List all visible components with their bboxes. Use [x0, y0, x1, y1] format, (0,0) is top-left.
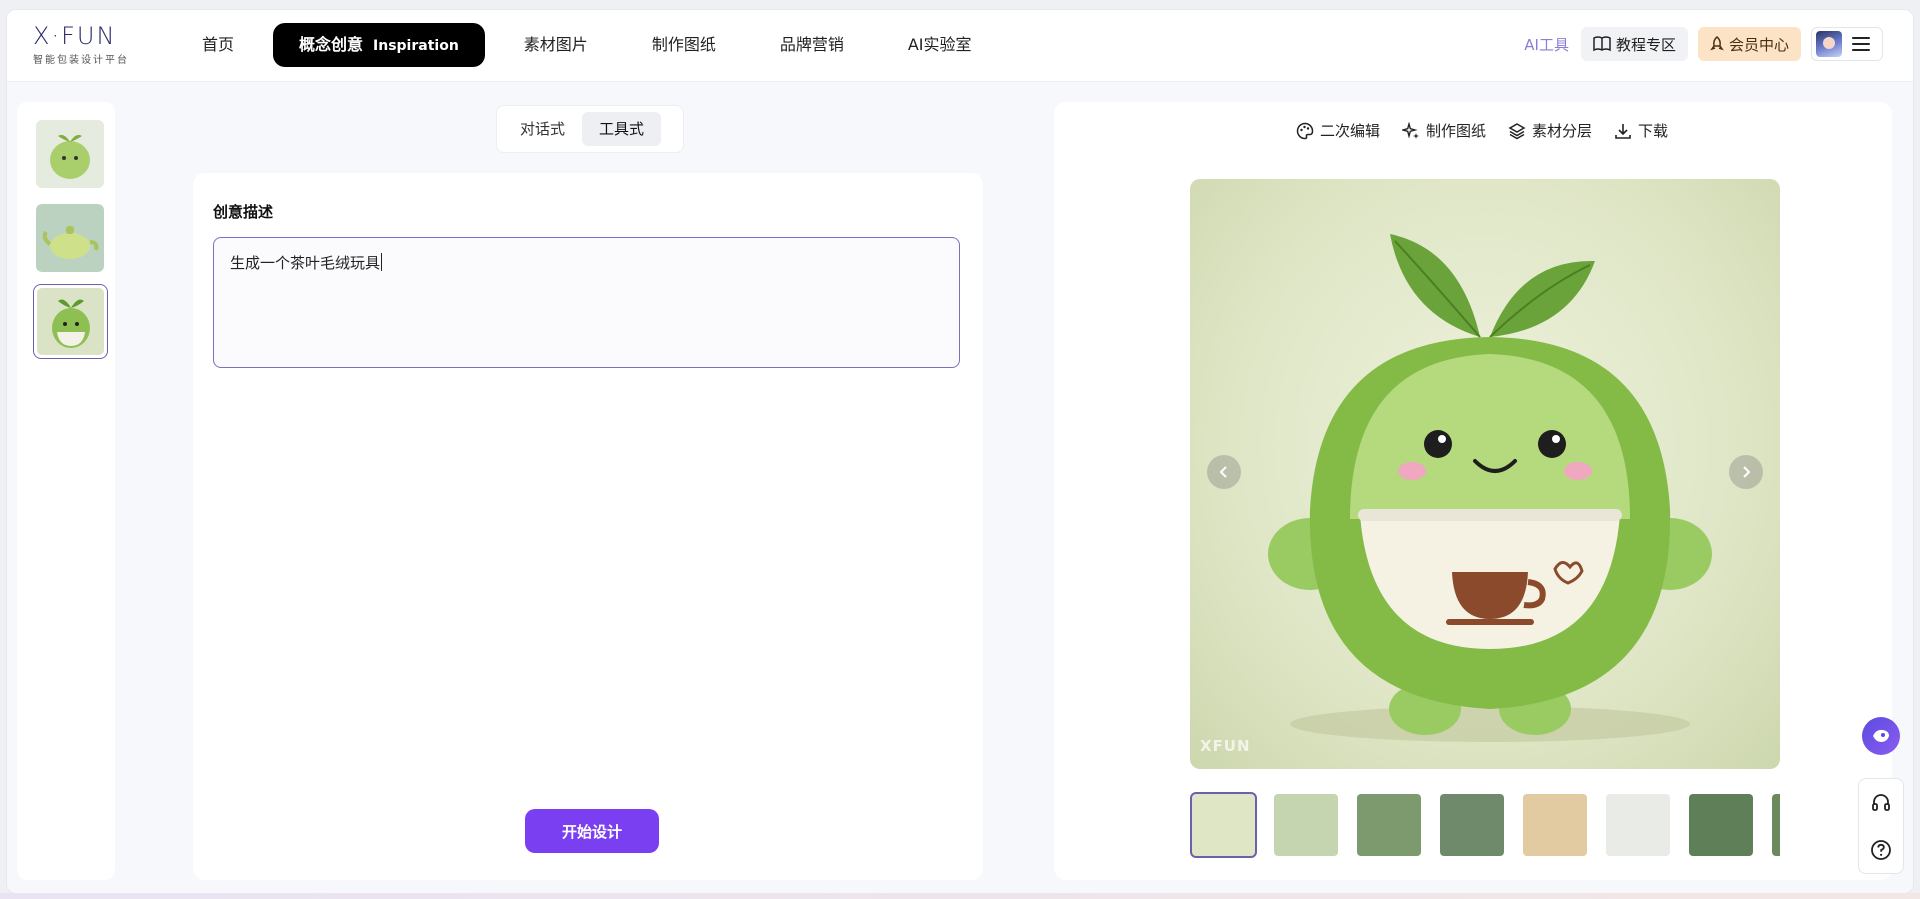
prev-image-button[interactable]	[1207, 455, 1241, 489]
book-icon	[1593, 36, 1611, 52]
help-widget	[1858, 778, 1904, 874]
chevron-right-icon	[1743, 466, 1751, 478]
logo-mark: X·FUN	[33, 22, 117, 50]
tea-plush-illustration	[1268, 234, 1712, 742]
main-nav: 首页 概念创意 Inspiration 素材图片 制作图纸 品牌营销 AI实验室	[177, 23, 1011, 67]
variant-thumb-5[interactable]	[1523, 794, 1587, 856]
nav-marketing[interactable]: 品牌营销	[755, 23, 869, 67]
variant-thumb-3[interactable]	[1357, 794, 1421, 856]
vip-label: 会员中心	[1728, 35, 1789, 54]
nav-inspiration-en: Inspiration	[373, 38, 459, 54]
nav-home-label: 首页	[202, 35, 235, 54]
tab-chat-mode[interactable]: 对话式	[503, 112, 582, 146]
sparkle-icon	[1402, 121, 1420, 139]
make-drawing-button[interactable]: 制作图纸	[1402, 120, 1486, 141]
right-leaf	[1490, 260, 1595, 337]
make-drawing-label: 制作图纸	[1426, 122, 1487, 140]
vip-center-button[interactable]: 会员中心	[1697, 27, 1801, 61]
layer-split-button[interactable]: 素材分层	[1508, 120, 1592, 141]
next-image-button[interactable]	[1729, 455, 1763, 489]
rocket-icon	[1710, 36, 1724, 51]
top-header: X·FUN 智能包装设计平台 首页 概念创意 Inspiration 素材图片 制…	[7, 10, 1913, 82]
history-thumb-2[interactable]	[36, 204, 104, 272]
app-window: X·FUN 智能包装设计平台 首页 概念创意 Inspiration 素材图片 制…	[6, 9, 1914, 894]
variant-thumb-8[interactable]	[1772, 794, 1780, 856]
hamburger-menu-icon[interactable]	[1852, 37, 1870, 51]
palette-icon	[1296, 122, 1314, 139]
preview-toolbar: 二次编辑 制作图纸 素材分层 下载	[1296, 120, 1690, 141]
ai-tools-link[interactable]: AI工具	[1524, 34, 1569, 55]
edit-again-label: 二次编辑	[1320, 122, 1381, 140]
creative-input-panel: 创意描述 生成一个茶叶毛绒玩具 开始设计	[193, 173, 983, 880]
headset-icon[interactable]	[1870, 792, 1892, 814]
nav-inspiration[interactable]: 概念创意 Inspiration	[273, 23, 485, 67]
edit-again-button[interactable]: 二次编辑	[1296, 120, 1380, 141]
avatar[interactable]	[1816, 31, 1842, 57]
history-thumb-1[interactable]	[36, 120, 104, 188]
header-actions: AI工具 教程专区 会员中心	[1524, 27, 1883, 61]
logo-tagline: 智能包装设计平台	[33, 55, 129, 66]
tab-tool-mode[interactable]: 工具式	[582, 112, 662, 146]
nav-inspiration-label: 概念创意	[299, 35, 364, 54]
nav-marketing-label: 品牌营销	[779, 35, 844, 54]
variant-thumb-2[interactable]	[1274, 794, 1338, 856]
variant-thumb-7[interactable]	[1689, 794, 1753, 856]
ai-assistant-button[interactable]	[1862, 717, 1900, 755]
creative-description-input[interactable]: 生成一个茶叶毛绒玩具	[213, 237, 960, 368]
bottom-decoration	[0, 893, 1920, 899]
brand-logo[interactable]: X·FUN 智能包装设计平台	[33, 24, 129, 66]
download-icon	[1615, 123, 1631, 139]
nav-ai-lab-label: AI实验室	[907, 35, 972, 54]
layers-icon	[1508, 122, 1526, 139]
plush-apron-thumbnail	[37, 288, 104, 355]
layer-split-label: 素材分层	[1532, 122, 1593, 140]
nav-home[interactable]: 首页	[177, 23, 259, 67]
download-label: 下载	[1638, 122, 1669, 140]
variant-thumb-1[interactable]	[1190, 792, 1257, 858]
variant-thumb-6[interactable]	[1606, 794, 1670, 856]
creative-description-value: 生成一个茶叶毛绒玩具	[230, 254, 381, 272]
tutorial-button[interactable]: 教程专区	[1580, 27, 1688, 61]
nav-assets[interactable]: 素材图片	[499, 23, 613, 67]
assistant-icon	[1873, 729, 1889, 742]
nav-drawings[interactable]: 制作图纸	[627, 23, 741, 67]
image-watermark: XFUN	[1200, 737, 1251, 755]
download-button[interactable]: 下载	[1614, 120, 1668, 141]
start-design-button[interactable]: 开始设计	[525, 809, 659, 853]
help-icon[interactable]	[1870, 839, 1892, 861]
creative-description-label: 创意描述	[213, 203, 274, 221]
nav-ai-lab[interactable]: AI实验室	[883, 23, 997, 67]
history-thumbnails	[17, 102, 115, 880]
generated-image[interactable]: XFUN	[1190, 179, 1780, 769]
mode-switch: 对话式 工具式	[496, 105, 684, 153]
chevron-left-icon	[1219, 466, 1227, 478]
user-menu[interactable]	[1811, 27, 1883, 61]
tutorial-label: 教程专区	[1615, 35, 1676, 54]
nav-drawings-label: 制作图纸	[651, 35, 716, 54]
history-thumb-3[interactable]	[33, 284, 108, 359]
variant-thumbnails	[1190, 792, 1780, 858]
text-caret	[381, 253, 383, 271]
preview-panel: 二次编辑 制作图纸 素材分层 下载 XFUN	[1054, 102, 1892, 880]
nav-assets-label: 素材图片	[523, 35, 588, 54]
teapot-thumbnail	[36, 204, 104, 272]
variant-thumb-4[interactable]	[1440, 794, 1504, 856]
plush-thumbnail	[36, 120, 104, 188]
